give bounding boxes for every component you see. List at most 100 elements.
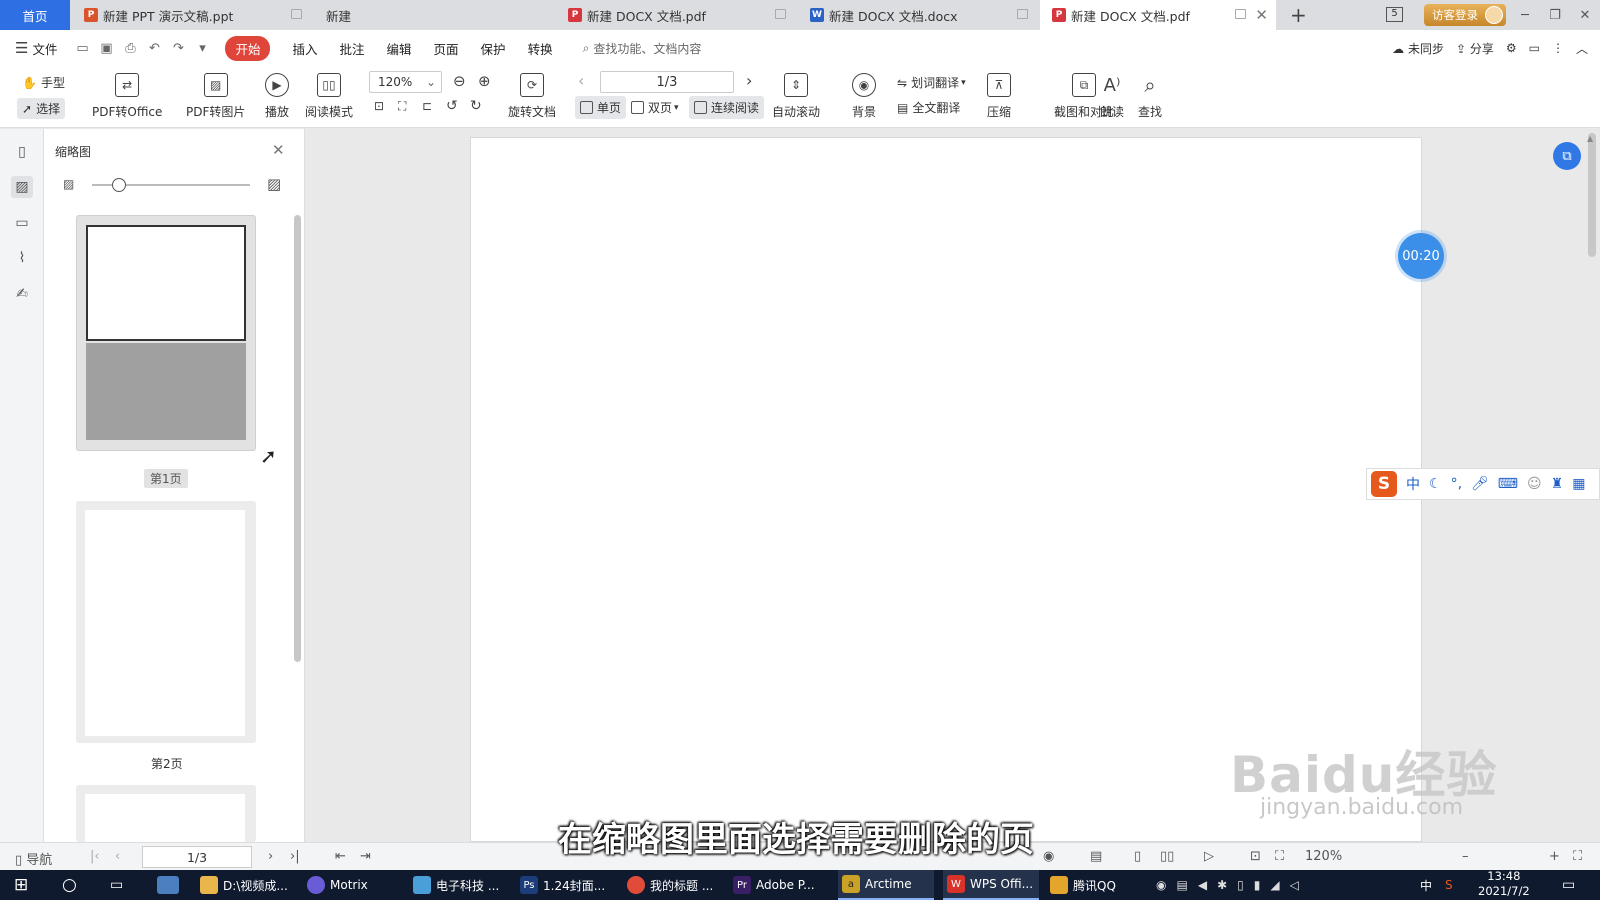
system-clock[interactable]: 13:48 2021/7/2 [1478, 869, 1530, 899]
tray-language[interactable]: 中 [1420, 870, 1432, 900]
menu-convert[interactable]: 转换 [528, 39, 553, 58]
pdf-to-office-button[interactable]: ⇄ PDF转Office [92, 73, 162, 120]
menu-page[interactable]: 页面 [434, 39, 459, 58]
restore-icon[interactable]: ❐ [1540, 8, 1570, 23]
first-page-icon[interactable]: |‹ [90, 849, 100, 864]
tab-window-icon[interactable] [1017, 9, 1028, 19]
zoom-in-icon[interactable]: ⊕ [478, 72, 491, 90]
windows-start-icon[interactable]: ⊞ [14, 870, 28, 900]
zoom-level[interactable]: 120% [1305, 849, 1342, 864]
undo-icon[interactable]: ↶ [147, 41, 161, 56]
taskbar-arctime[interactable]: a Arctime [838, 870, 934, 900]
single-page-view-icon[interactable]: ▯ [1134, 849, 1141, 864]
bookmark-icon[interactable]: ▯ [11, 141, 33, 163]
rotate-document-button[interactable]: ⟳ 旋转文档 [508, 73, 556, 120]
status-page-input[interactable]: 1/3 [142, 846, 252, 868]
zoom-select[interactable]: 120% ⌄ [369, 71, 442, 93]
redo-icon[interactable]: ↷ [171, 41, 185, 56]
last-page-icon[interactable]: ›| [290, 849, 300, 864]
play-button[interactable]: ▶ 播放 [265, 73, 289, 120]
fit-page-icon[interactable]: ⛶ [1275, 849, 1284, 864]
tab-docx[interactable]: W 新建 DOCX 文档.docx [798, 0, 1038, 30]
open-folder-icon[interactable]: ▭ [75, 41, 89, 56]
tab-ppt[interactable]: P 新建 PPT 演示文稿.ppt [72, 0, 312, 30]
ime-lang-toggle[interactable]: 中 [1406, 474, 1420, 494]
system-tray-icons[interactable]: ◉ ▤ ◀ ✱ ▯ ▮ ◢ ◁ [1156, 870, 1299, 900]
zoom-out-icon[interactable]: – [1462, 849, 1469, 864]
pdf-to-image-button[interactable]: ▨ PDF转图片 [186, 73, 245, 120]
tab-window-icon[interactable] [1235, 9, 1246, 19]
task-view-icon[interactable]: ▭ [110, 870, 123, 900]
keyboard-icon[interactable]: ⌨ [1498, 476, 1518, 492]
taskbar-wps[interactable]: W WPS Offi... [943, 870, 1039, 900]
auto-scroll-button[interactable]: ⇕ 自动滚动 [772, 73, 820, 120]
sogou-tray-icon[interactable]: S [1445, 870, 1453, 900]
hand-tool-button[interactable]: ✋ 手型 [22, 74, 65, 91]
taskbar-motrix[interactable]: Motrix [307, 870, 403, 900]
small-image-icon[interactable]: ▨ [63, 177, 74, 191]
moon-icon[interactable]: ☾ [1429, 476, 1442, 492]
settings-icon[interactable]: ⚙ [1506, 41, 1517, 55]
nav-toggle[interactable]: ▯ 导航 [15, 849, 52, 868]
find-button[interactable]: ⌕ 查找 [1138, 73, 1162, 120]
taskbar-explorer[interactable]: D:\视频成... [200, 870, 296, 900]
attachment-icon[interactable]: ⌇ [11, 247, 33, 269]
print-icon[interactable]: ⎙ [123, 41, 137, 56]
actual-size-icon[interactable]: ⊡ [374, 99, 384, 113]
taskbar-notepad[interactable]: 电子科技 ... [413, 870, 509, 900]
taskbar-qq[interactable]: 腾讯QQ [1050, 870, 1140, 900]
tab-home[interactable]: 首页 [0, 0, 70, 30]
more-icon[interactable]: ⋮ [1552, 41, 1564, 55]
comment-icon[interactable]: ▭ [1529, 41, 1540, 55]
single-page-button[interactable]: 单页 [575, 96, 627, 119]
cortana-icon[interactable]: ○ [62, 870, 77, 900]
window-count-badge[interactable]: 5 [1386, 7, 1403, 22]
actual-size-icon[interactable]: ⊡ [1250, 849, 1261, 864]
save-icon[interactable]: ▣ [99, 41, 113, 56]
rotate-right-icon[interactable]: ↻ [470, 98, 482, 114]
menu-start[interactable]: 开始 [225, 35, 271, 61]
close-icon[interactable]: ✕ [1255, 6, 1268, 24]
thumbnail-page-2[interactable] [76, 501, 256, 743]
zoom-in-icon[interactable]: + [1549, 849, 1560, 864]
tab-new[interactable]: 新建 [314, 0, 554, 30]
close-icon[interactable]: ✕ [272, 141, 285, 159]
sync-status[interactable]: ☁ 未同步 [1392, 40, 1444, 57]
word-translate-button[interactable]: ⇋ 划词翻译 ▾ [897, 74, 966, 91]
tab-window-icon[interactable] [775, 9, 786, 19]
thumbnail-page-3[interactable] [76, 785, 256, 842]
fullscreen-icon[interactable]: ⛶ [1573, 849, 1582, 864]
notification-icon[interactable]: ▭ [1562, 870, 1575, 900]
page-number-input[interactable]: 1/3 [600, 71, 734, 93]
double-page-view-icon[interactable]: ▯▯ [1160, 849, 1174, 864]
select-tool-button[interactable]: ➚ 选择 [17, 98, 66, 119]
double-page-button[interactable]: 双页 ▾ [631, 99, 679, 116]
menu-protect[interactable]: 保护 [481, 39, 506, 58]
zoom-out-icon[interactable]: ⊖ [453, 72, 466, 90]
next-page-icon[interactable]: › [746, 71, 752, 90]
fit-width-icon[interactable]: ⊏ [422, 99, 432, 113]
minimize-icon[interactable]: ─ [1510, 8, 1540, 23]
fit-page-icon[interactable]: ⛶ [398, 99, 406, 114]
rotate-left-icon[interactable]: ↺ [446, 98, 458, 114]
skin-icon[interactable]: ♜ [1551, 476, 1564, 492]
taskbar-app-landscape[interactable] [157, 870, 184, 900]
add-tab-button[interactable]: + [1284, 0, 1314, 30]
read-aloud-button[interactable]: A⁾ 朗读 [1100, 73, 1124, 120]
grid-icon[interactable]: ▦ [1572, 476, 1585, 492]
thumbnail-scrollbar[interactable] [294, 215, 301, 662]
menu-edit[interactable]: 编辑 [387, 39, 412, 58]
play-icon[interactable]: ▷ [1204, 849, 1214, 864]
taskbar-premiere[interactable]: Pr Adobe P... [733, 870, 829, 900]
read-mode-button[interactable]: ▯▯ 阅读模式 [305, 73, 353, 120]
tab-window-icon[interactable] [291, 9, 302, 19]
background-button[interactable]: ◉ 背景 [852, 73, 876, 120]
close-window-icon[interactable]: ✕ [1570, 8, 1600, 23]
signature-icon[interactable]: ✍ [11, 283, 33, 305]
microphone-icon[interactable]: 🎤︎ [1471, 476, 1489, 492]
menu-insert[interactable]: 插入 [292, 39, 317, 58]
scroll-up-icon[interactable]: ▲ [1587, 134, 1593, 143]
visitor-login-button[interactable]: 访客登录 [1424, 4, 1506, 26]
slider-handle[interactable] [112, 178, 126, 192]
floating-tool-icon[interactable]: ⧉ [1553, 142, 1581, 170]
